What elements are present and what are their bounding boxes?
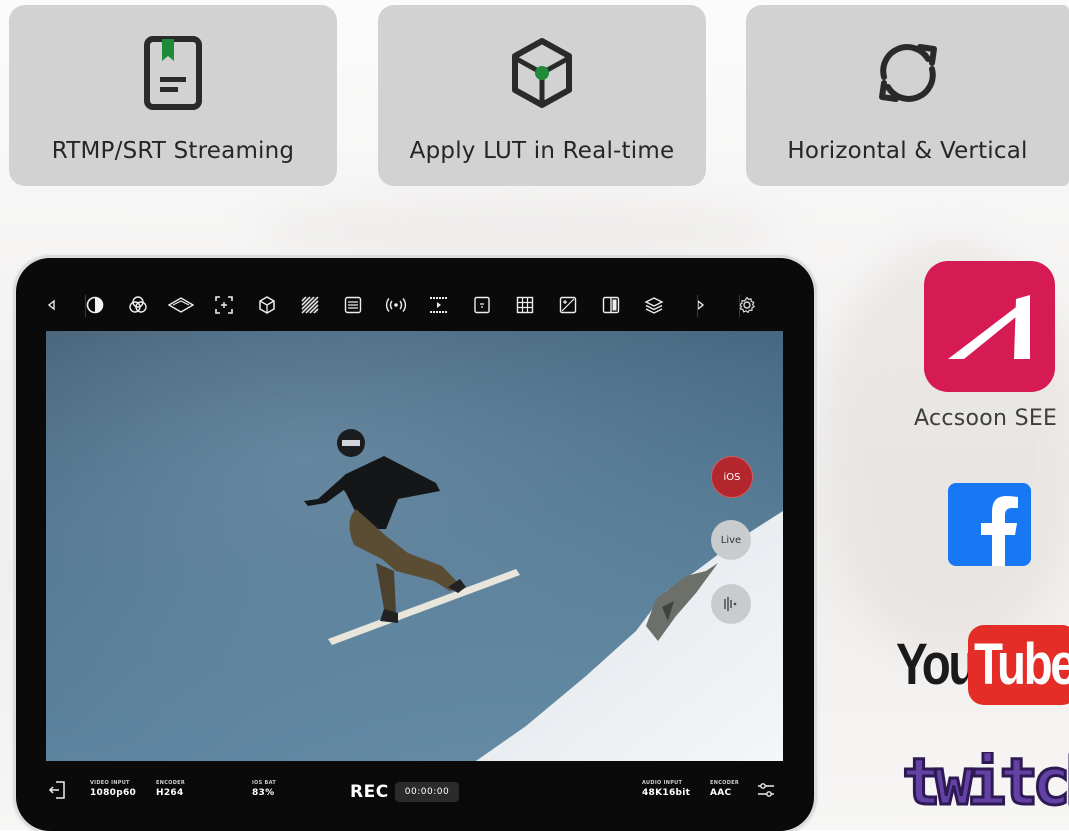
audio-encoder-value: AAC	[710, 788, 732, 798]
video-input-label: VIDEO INPUT	[90, 780, 130, 786]
youtube-tube-text: Tube	[974, 632, 1069, 697]
audio-encoder-readout: ENCODER AAC	[710, 780, 739, 799]
chevron-left-icon[interactable]	[30, 285, 73, 325]
video-input-readout: VIDEO INPUT 1080p60	[90, 780, 136, 799]
ios-button-label: iOS	[723, 471, 741, 483]
snowboarder-image	[46, 331, 783, 761]
cube-icon	[506, 37, 578, 109]
rec-label[interactable]: REC	[350, 782, 389, 802]
chevron-right-icon[interactable]	[675, 285, 725, 325]
encoder-value: H264	[156, 788, 184, 798]
zebra-icon[interactable]	[288, 285, 331, 325]
exposure-icon[interactable]	[546, 285, 589, 325]
camera-preview[interactable]	[46, 331, 783, 761]
encoder-label: ENCODER	[156, 780, 186, 786]
status-bar: VIDEO INPUT 1080p60 ENCODER H264 iOS BAT…	[30, 770, 790, 814]
accsoon-see-label: Accsoon SEE	[914, 406, 1058, 431]
audio-wave-icon[interactable]	[711, 584, 751, 624]
feature-card-orientation: Horizontal & Vertical	[746, 5, 1069, 186]
rotate-icon	[872, 37, 944, 109]
record-timer: 00:00:00	[395, 782, 459, 802]
cube-icon[interactable]	[245, 285, 288, 325]
toolbar-divider	[739, 295, 740, 317]
toolbar-divider	[697, 295, 698, 317]
audio-encoder-label: ENCODER	[710, 780, 740, 786]
battery-label: iOS BAT	[252, 780, 277, 786]
grid-icon[interactable]	[503, 285, 546, 325]
ios-button[interactable]: iOS	[711, 456, 753, 498]
audio-input-label: AUDIO INPUT	[642, 780, 683, 786]
feature-label: Apply LUT in Real-time	[409, 138, 675, 164]
exit-icon[interactable]	[48, 781, 68, 803]
battery-value: 83%	[252, 788, 275, 798]
histogram-icon[interactable]	[331, 285, 374, 325]
feature-card-streaming: RTMP/SRT Streaming	[9, 5, 337, 186]
battery-readout: iOS BAT 83%	[252, 780, 276, 799]
feature-label: RTMP/SRT Streaming	[51, 138, 295, 164]
color-circles-icon[interactable]	[116, 285, 159, 325]
accsoon-see-logo	[924, 261, 1055, 392]
split-compare-icon[interactable]	[589, 285, 632, 325]
timeline-icon[interactable]	[417, 285, 460, 325]
live-button[interactable]: Live	[711, 520, 751, 560]
twitch-logo: twitch	[900, 752, 1069, 822]
toolbar-divider	[85, 295, 86, 317]
audio-input-readout: AUDIO INPUT 48K16bit	[642, 780, 690, 799]
audio-input-value: 48K16bit	[642, 788, 691, 798]
layers-icon[interactable]	[632, 285, 675, 325]
monitor-toolbar	[30, 285, 790, 325]
frame-guide-icon[interactable]	[460, 285, 503, 325]
live-button-label: Live	[720, 534, 742, 546]
facebook-logo	[948, 483, 1031, 566]
video-encoder-readout: ENCODER H264	[156, 780, 185, 799]
youtube-you-text: You	[896, 632, 977, 697]
gear-icon[interactable]	[725, 285, 768, 325]
waveform-icon[interactable]	[159, 285, 202, 325]
settings-sliders-icon[interactable]	[757, 782, 775, 802]
feature-card-lut: Apply LUT in Real-time	[378, 5, 706, 186]
focus-frame-icon[interactable]	[202, 285, 245, 325]
contrast-icon[interactable]	[73, 285, 116, 325]
broadcast-icon[interactable]	[374, 285, 417, 325]
feature-label: Horizontal & Vertical	[787, 138, 1028, 164]
youtube-logo: You Tube	[896, 625, 1069, 705]
video-input-value: 1080p60	[90, 788, 137, 798]
twitch-text: twitch	[900, 752, 1069, 822]
bookmark-document-icon	[137, 36, 209, 110]
